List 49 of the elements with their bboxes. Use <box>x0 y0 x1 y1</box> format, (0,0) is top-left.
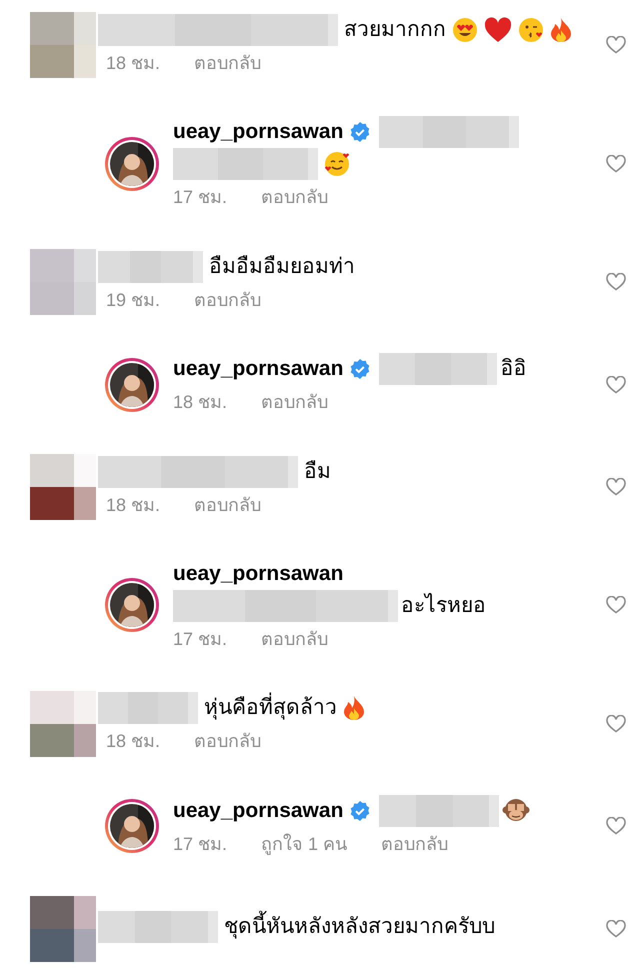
reply-link[interactable]: ตอบกลับ <box>194 492 262 518</box>
like-icon[interactable] <box>606 154 626 172</box>
like-count[interactable]: ถูกใจ 1 คน <box>261 830 348 858</box>
verified-badge-icon <box>349 800 372 822</box>
reply-link[interactable]: ตอบกลับ <box>261 389 328 416</box>
like-icon[interactable] <box>606 376 626 394</box>
comment-text: อืมอืมอืมยอมท่า <box>209 254 355 280</box>
comment-text: อืม <box>304 458 331 485</box>
username[interactable]: ueay_pornsawan <box>173 558 344 590</box>
like-icon[interactable] <box>606 478 626 496</box>
avatar[interactable] <box>105 799 159 853</box>
comment-text: สวยมากกก <box>344 16 446 43</box>
comment-time: 18 ชม. <box>173 391 228 414</box>
like-icon[interactable] <box>606 596 626 614</box>
like-icon[interactable] <box>606 273 626 291</box>
heart-eyes-face-icon <box>452 16 478 42</box>
username[interactable]: ueay_pornsawan <box>173 116 344 148</box>
heart-icon <box>484 16 512 42</box>
reply-link[interactable]: ตอบกลับ <box>194 728 262 755</box>
verified-badge-icon <box>349 358 372 380</box>
reply-link[interactable]: ตอบกลับ <box>194 286 262 314</box>
comment-text: หุ่นคือที่สุดล้าว <box>204 692 337 724</box>
like-icon[interactable] <box>606 817 626 835</box>
comment-time: 17 ชม. <box>173 186 228 209</box>
avatar[interactable] <box>105 358 159 412</box>
verified-badge-icon <box>349 121 372 143</box>
username[interactable]: ueay_pornsawan <box>173 353 344 385</box>
comment-time: 18 ชม. <box>106 494 160 516</box>
reply-link[interactable]: ตอบกลับ <box>381 830 448 858</box>
comment-time: 18 ชม. <box>106 52 160 74</box>
comment-text: อะไรหยอ <box>401 592 486 619</box>
kissing-face-icon <box>518 16 544 42</box>
like-icon[interactable] <box>606 36 626 54</box>
fire-icon <box>343 695 365 721</box>
comment-time: 17 ชม. <box>173 628 228 650</box>
like-icon[interactable] <box>606 920 626 938</box>
fire-icon <box>550 16 572 42</box>
comment-time: 19 ชม. <box>106 288 160 312</box>
reply-link[interactable]: ตอบกลับ <box>261 184 328 211</box>
like-icon[interactable] <box>606 714 626 732</box>
comment-text: ชุดนี้หันหลังหลังสวยมากครับบ <box>224 910 495 942</box>
smiling-face-icon <box>324 151 350 177</box>
avatar[interactable] <box>105 136 159 190</box>
username[interactable]: ueay_pornsawan <box>173 794 344 826</box>
comment-time: 18 ชม. <box>106 730 160 753</box>
reply-link[interactable]: ตอบกลับ <box>261 626 328 652</box>
reply-link[interactable]: ตอบกลับ <box>194 50 262 76</box>
comment-text: อิอิ <box>500 356 526 382</box>
comment-time: 17 ชม. <box>173 832 228 856</box>
